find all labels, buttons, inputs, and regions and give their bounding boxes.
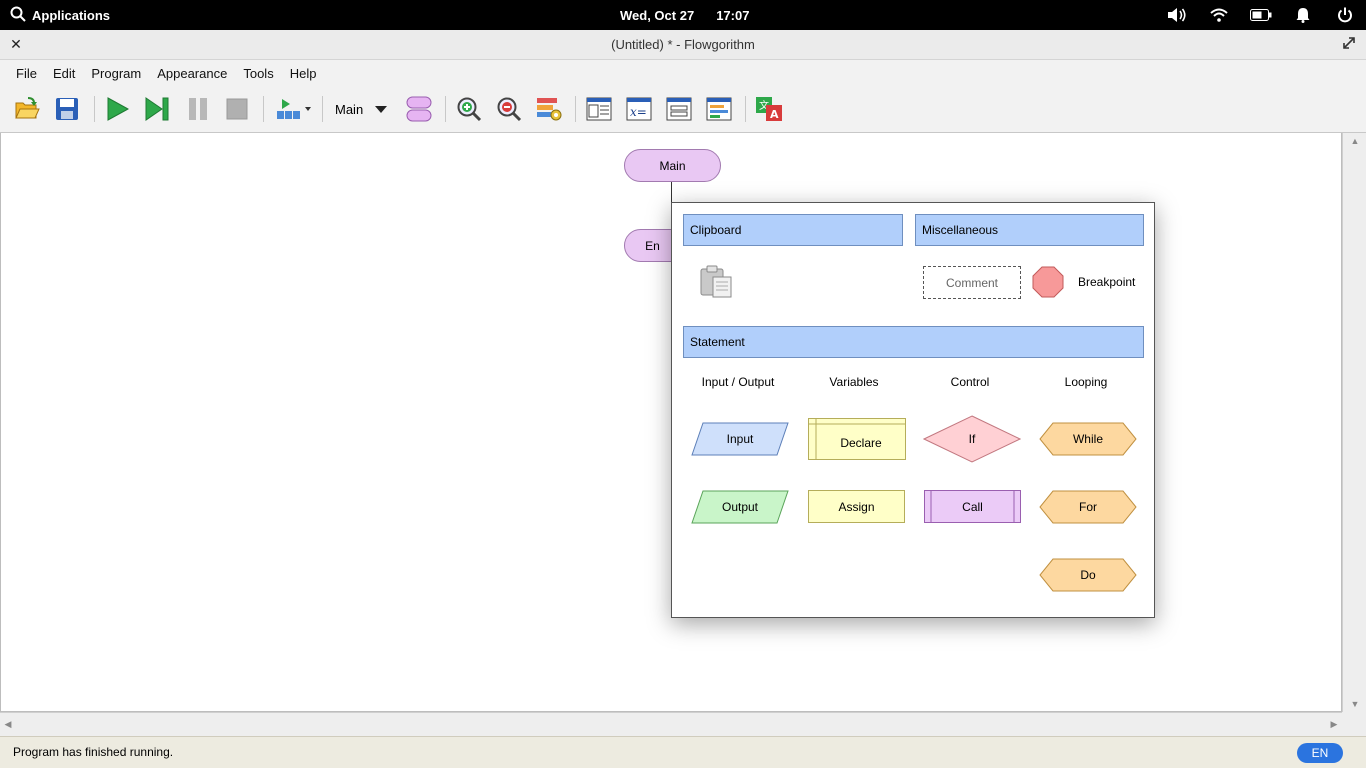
toolbar-separator (94, 96, 95, 122)
column-input-output: Input / Output (701, 375, 775, 389)
breakpoint-icon[interactable] (1032, 266, 1064, 298)
svg-text:A: A (770, 108, 779, 121)
language-badge[interactable]: EN (1297, 743, 1343, 763)
scroll-up-icon[interactable]: ▲ (1343, 133, 1366, 149)
main-start-shape[interactable]: Main (624, 149, 721, 182)
miscellaneous-header: Miscellaneous (915, 214, 1144, 246)
call-label: Call (962, 500, 983, 514)
breakpoint-label[interactable]: Breakpoint (1078, 275, 1135, 289)
status-message: Program has finished running. (13, 745, 174, 759)
toolbar-separator (575, 96, 576, 122)
applications-menu[interactable]: Applications (10, 0, 110, 30)
menu-tools[interactable]: Tools (235, 66, 281, 81)
step-icon[interactable] (142, 94, 172, 124)
status-bar: Program has finished running. EN (0, 736, 1366, 768)
layout-settings-icon[interactable] (534, 94, 564, 124)
chevron-down-icon (375, 102, 388, 117)
function-select-value: Main (335, 101, 364, 117)
date-label: Wed, Oct 27 (620, 7, 695, 23)
run-icon[interactable] (102, 94, 132, 124)
output-shape[interactable]: Output (691, 490, 789, 524)
declare-label: Declare (840, 436, 882, 450)
system-top-bar: Applications Wed, Oct 27 17:07 (0, 0, 1366, 30)
column-control: Control (950, 375, 990, 389)
system-tray (1166, 0, 1356, 30)
scrollbar-corner (1342, 712, 1366, 736)
pause-icon[interactable] (183, 94, 213, 124)
menu-edit[interactable]: Edit (45, 66, 83, 81)
scroll-down-icon[interactable]: ▼ (1343, 696, 1366, 712)
column-variables: Variables (829, 375, 879, 389)
clipboard-header: Clipboard (683, 214, 903, 246)
toolbar: Main x= 文A (0, 86, 1366, 133)
toolbar-separator (745, 96, 746, 122)
time-label: 17:07 (716, 7, 750, 23)
horizontal-scrollbar[interactable]: ◀ ▶ (0, 712, 1342, 736)
menu-file[interactable]: File (8, 66, 45, 81)
assign-shape[interactable]: Assign (808, 490, 905, 523)
window-titlebar: ✕ (Untitled) * - Flowgorithm (0, 30, 1366, 60)
toolbar-separator (322, 96, 323, 122)
run-speed-icon[interactable] (273, 94, 315, 124)
menu-program[interactable]: Program (83, 66, 149, 81)
bell-icon[interactable] (1292, 4, 1314, 26)
menubar: File Edit Program Appearance Tools Help (0, 60, 1366, 86)
add-function-icon[interactable] (404, 94, 434, 124)
declare-shape[interactable]: Declare (808, 418, 906, 460)
restore-icon[interactable] (1342, 36, 1358, 52)
chart-window-icon[interactable] (704, 94, 734, 124)
save-icon[interactable] (52, 94, 82, 124)
menu-help[interactable]: Help (282, 66, 325, 81)
stop-icon[interactable] (222, 94, 252, 124)
applications-label: Applications (32, 7, 111, 23)
svg-text:x=: x= (630, 105, 647, 119)
battery-icon[interactable] (1250, 4, 1272, 26)
do-label: Do (1080, 568, 1096, 582)
power-icon[interactable] (1334, 4, 1356, 26)
variable-watch-icon[interactable]: x= (624, 94, 654, 124)
statement-header: Statement (683, 326, 1144, 358)
if-label: If (968, 432, 976, 446)
for-shape[interactable]: For (1039, 490, 1137, 524)
scroll-left-icon[interactable]: ◀ (0, 713, 16, 736)
input-shape[interactable]: Input (691, 422, 789, 456)
volume-icon[interactable] (1166, 4, 1188, 26)
zoom-in-icon[interactable] (454, 94, 484, 124)
toolbar-separator (445, 96, 446, 122)
comment-shape[interactable]: Comment (923, 266, 1021, 299)
zoom-out-icon[interactable] (494, 94, 524, 124)
toolbar-separator (263, 96, 264, 122)
wifi-icon[interactable] (1208, 4, 1230, 26)
vertical-scrollbar[interactable]: ▲ ▼ (1342, 133, 1366, 712)
assign-label: Assign (838, 500, 875, 514)
clock[interactable]: Wed, Oct 27 17:07 (620, 0, 749, 30)
column-looping: Looping (1064, 375, 1108, 389)
if-shape[interactable]: If (923, 415, 1021, 463)
source-code-view-icon[interactable] (584, 94, 614, 124)
while-shape[interactable]: While (1039, 422, 1137, 456)
call-shape[interactable]: Call (924, 490, 1021, 523)
paste-clipboard-icon[interactable] (698, 265, 734, 299)
scroll-right-icon[interactable]: ▶ (1326, 713, 1342, 736)
menu-appearance[interactable]: Appearance (149, 66, 235, 81)
main-start-label: Main (659, 158, 686, 173)
end-label: En (645, 238, 660, 253)
console-window-icon[interactable] (664, 94, 694, 124)
do-shape[interactable]: Do (1039, 558, 1137, 592)
search-icon (10, 6, 26, 25)
function-select[interactable]: Main (330, 96, 392, 122)
output-label: Output (721, 500, 759, 514)
translate-icon[interactable]: 文A (754, 94, 784, 124)
insert-shape-popup: Clipboard Miscellaneous Comment Breakpoi… (671, 202, 1155, 618)
for-label: For (1079, 500, 1097, 514)
open-file-icon[interactable] (12, 94, 42, 124)
while-label: While (1072, 432, 1103, 446)
input-label: Input (726, 432, 754, 446)
window-title: (Untitled) * - Flowgorithm (611, 37, 755, 52)
